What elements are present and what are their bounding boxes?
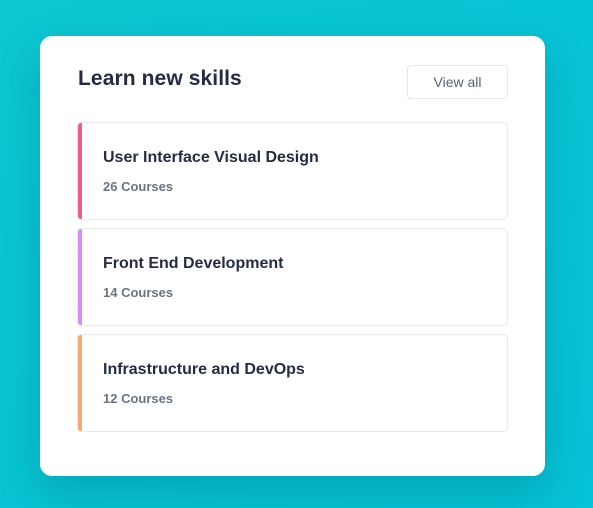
course-count: 14 Courses	[103, 285, 174, 300]
course-item-front-end[interactable]: Front End Development 14 Courses	[77, 228, 508, 326]
course-name: Front End Development	[103, 255, 284, 272]
view-all-button[interactable]: View all	[407, 65, 508, 99]
accent-bar	[78, 123, 82, 219]
course-item-ui-design[interactable]: User Interface Visual Design 26 Courses	[77, 122, 508, 220]
accent-bar	[78, 335, 82, 431]
skills-card: Learn new skills View all User Interface…	[40, 36, 545, 476]
course-item-devops[interactable]: Infrastructure and DevOps 12 Courses	[77, 334, 508, 432]
course-count: 12 Courses	[103, 391, 174, 406]
course-list: User Interface Visual Design 26 Courses …	[77, 122, 508, 440]
course-count: 26 Courses	[103, 179, 174, 194]
course-name: User Interface Visual Design	[103, 149, 319, 166]
card-title: Learn new skills	[78, 67, 242, 90]
accent-bar	[78, 229, 82, 325]
course-name: Infrastructure and DevOps	[103, 361, 305, 378]
